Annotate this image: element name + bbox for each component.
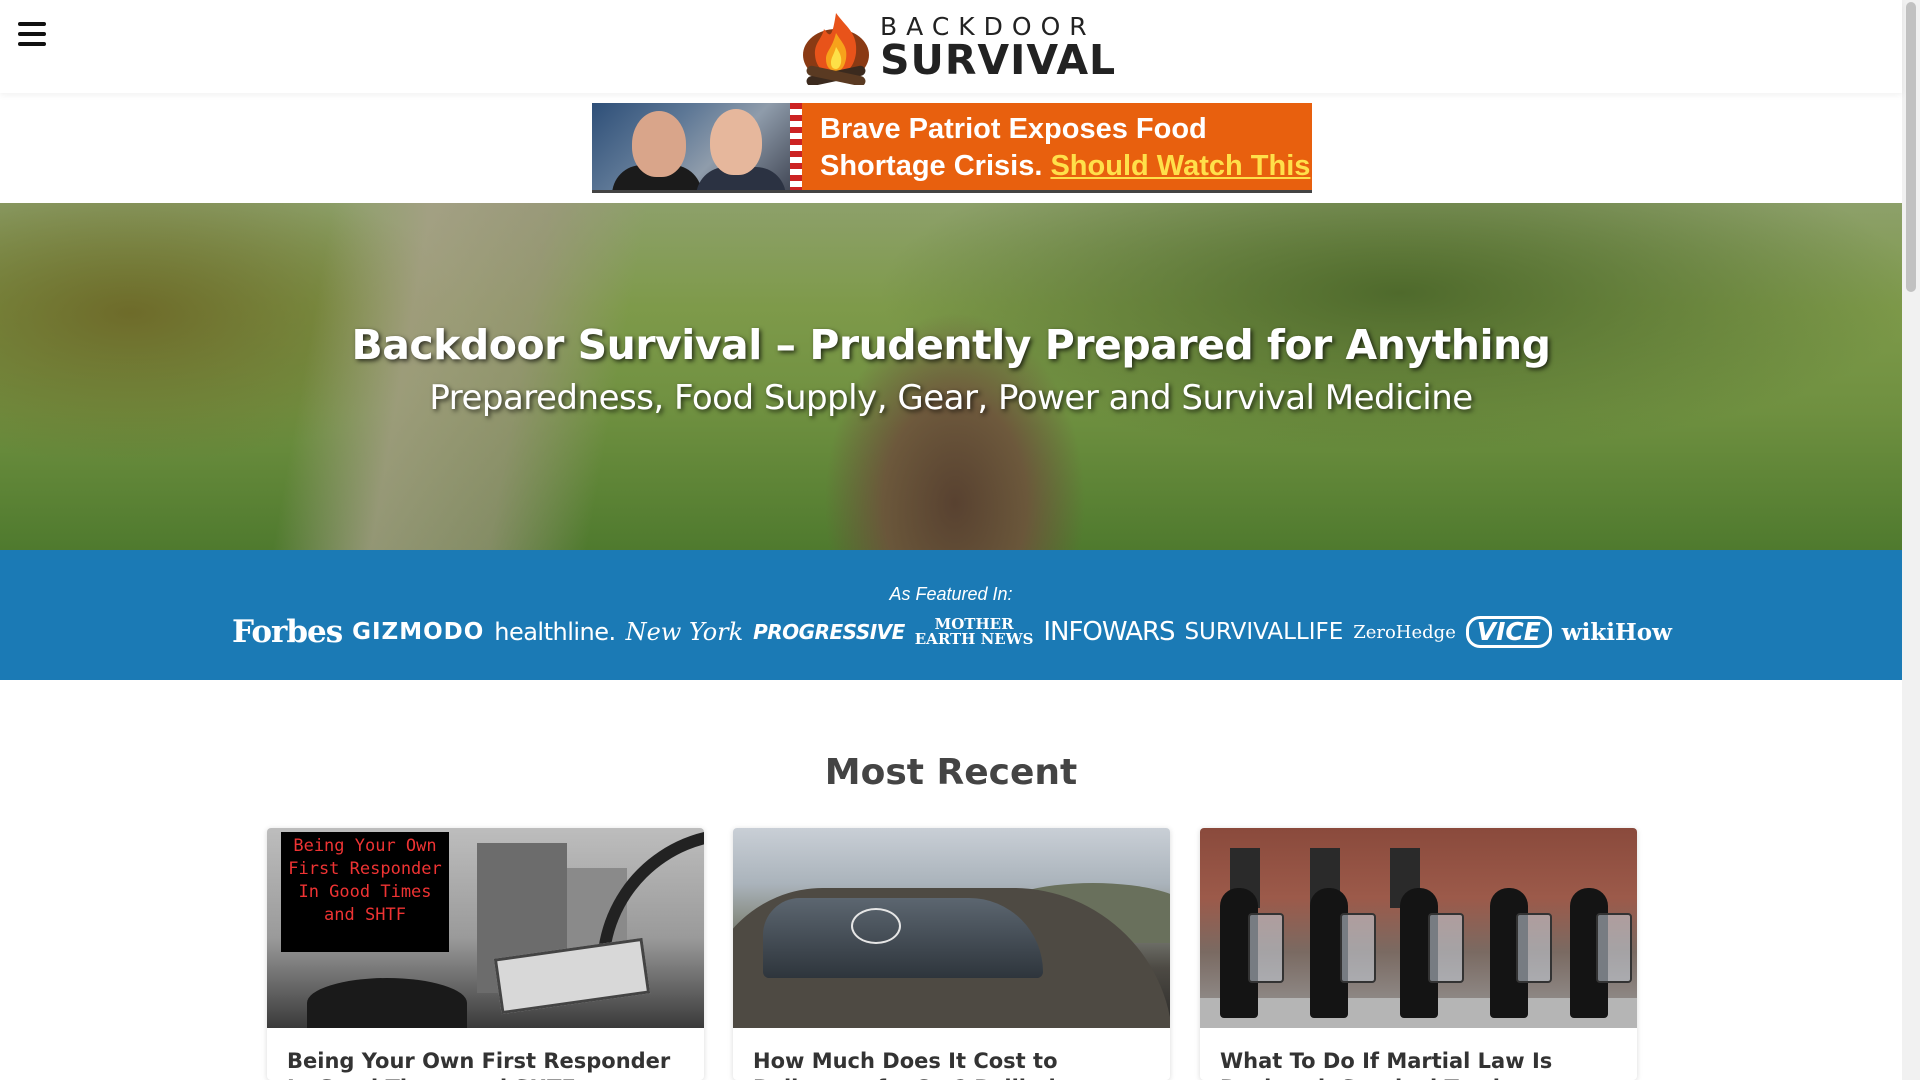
- progressive-logo: PROGRESSIVE: [753, 620, 905, 644]
- page-scrollbar[interactable]: [1902, 0, 1920, 1080]
- featured-in-bar: As Featured In: Forbes GIZMODO healthlin…: [0, 550, 1902, 680]
- zerohedge-logo: ZeroHedge: [1353, 621, 1456, 643]
- wikihow-logo: wikiHow: [1561, 618, 1672, 646]
- hero-subtitle: Preparedness, Food Supply, Gear, Power a…: [429, 378, 1473, 418]
- featured-label: As Featured In:: [889, 584, 1013, 604]
- logo-wordmark-top: BACKDOOR: [880, 11, 1096, 41]
- article-image: Being Your Own First Responder In Good T…: [267, 828, 704, 1028]
- site-header: BACKDOOR SURVIVAL: [0, 0, 1902, 93]
- ad-photo: [592, 103, 802, 190]
- article-title[interactable]: Being Your Own First Responder In Good T…: [267, 1028, 704, 1080]
- scrollbar-thumb[interactable]: [1906, 2, 1916, 292]
- hero-title: Backdoor Survival – Prudently Prepared f…: [351, 321, 1551, 369]
- article-card-martial-law[interactable]: What To Do If Martial Law Is Declared: S…: [1200, 828, 1637, 1080]
- article-image: [1200, 828, 1637, 1028]
- image-caption-sign: Being Your Own First Responder In Good T…: [281, 832, 449, 952]
- survival-life-logo: SURVIVALLIFE: [1184, 619, 1344, 645]
- new-york-logo: New York: [625, 618, 744, 646]
- ad-text: Brave Patriot Exposes Food Shortage Cris…: [802, 103, 1312, 190]
- campfire-icon: [803, 13, 869, 85]
- article-card-first-responder[interactable]: Being Your Own First Responder In Good T…: [267, 828, 704, 1080]
- article-title[interactable]: What To Do If Martial Law Is Declared: S…: [1200, 1028, 1637, 1080]
- logo-wordmark-bottom: SURVIVAL: [880, 35, 1117, 84]
- article-card-bulletproof-car[interactable]: How Much Does It Cost to Bulletproof a C…: [733, 828, 1170, 1080]
- featured-logos: Forbes GIZMODO healthline. New York PROG…: [232, 612, 1672, 652]
- ad-banner[interactable]: Brave Patriot Exposes Food Shortage Cris…: [592, 103, 1312, 193]
- article-title[interactable]: How Much Does It Cost to Bulletproof a C…: [733, 1028, 1170, 1080]
- hero-banner: Backdoor Survival – Prudently Prepared f…: [0, 203, 1902, 550]
- ad-cta-link[interactable]: Should Watch This: [1050, 150, 1310, 182]
- section-title-most-recent: Most Recent: [824, 752, 1078, 793]
- gizmodo-logo: GIZMODO: [352, 619, 485, 645]
- hamburger-menu-icon[interactable]: [18, 22, 48, 48]
- healthline-logo: healthline.: [494, 618, 616, 646]
- site-logo[interactable]: BACKDOOR SURVIVAL: [800, 8, 1116, 86]
- infowars-logo: INFOWARS: [1043, 617, 1175, 647]
- mother-earth-news-logo: MOTHER EARTH NEWS: [914, 615, 1034, 648]
- vice-logo: VICE: [1465, 616, 1552, 648]
- forbes-logo: Forbes: [232, 614, 343, 650]
- article-image: [733, 828, 1170, 1028]
